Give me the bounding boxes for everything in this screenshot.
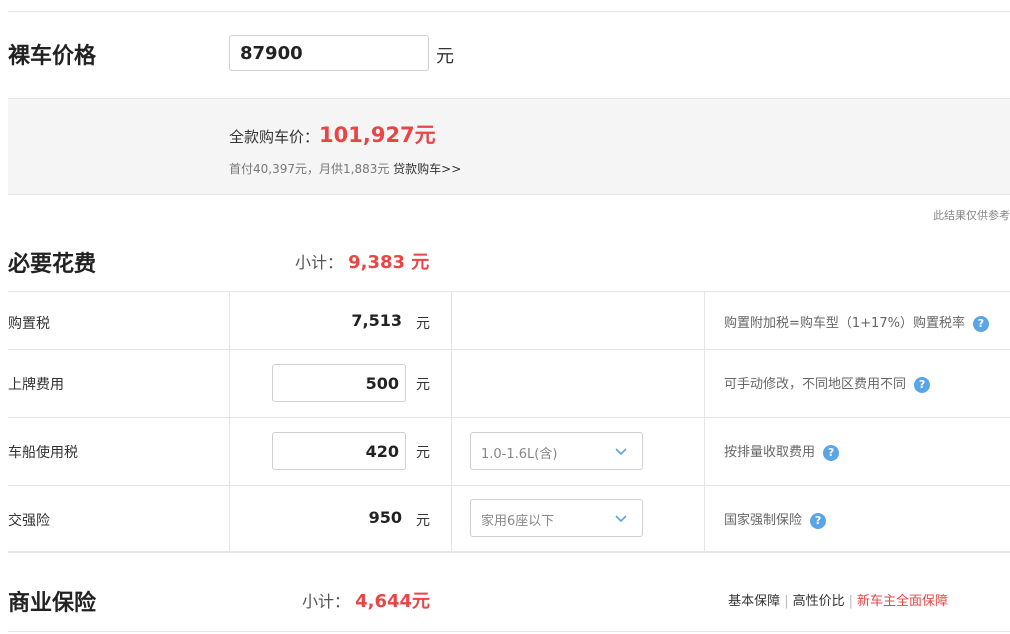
table-divider <box>8 349 1010 350</box>
plate-fee-unit: 元 <box>416 377 430 393</box>
separator: | <box>784 594 789 609</box>
compulsory-insurance-amount: 950 <box>368 508 402 527</box>
insurance-plan-options: 基本保障 | 高性价比 | 新车主全面保障 <box>728 590 948 609</box>
chevron-down-icon <box>615 448 627 456</box>
help-icon[interactable]: ? <box>972 315 989 332</box>
required-subtotal-value: 9,383 元 <box>348 252 430 273</box>
total-price-value: 101,927元 <box>319 123 436 147</box>
plan-new-owner-full[interactable]: 新车主全面保障 <box>857 594 948 609</box>
vehicle-tax-input[interactable] <box>272 432 406 470</box>
bare-price-title: 裸车价格 <box>8 44 97 69</box>
top-divider <box>8 11 1010 12</box>
vehicle-tax-desc-text: 按排量收取费用 <box>724 445 816 460</box>
column-divider <box>704 291 705 551</box>
plate-fee-label: 上牌费用 <box>8 377 64 393</box>
plate-fee-desc: 可手动修改，不同地区费用不同? <box>724 373 931 393</box>
plan-value[interactable]: 高性价比 <box>793 594 845 609</box>
help-icon[interactable]: ? <box>810 512 827 529</box>
price-summary: 全款购车价：101,927元 首付40,397元，月供1,883元 贷款购车>> <box>8 98 1010 195</box>
required-costs-title: 必要花费 <box>8 252 97 277</box>
commercial-subtotal: 小计： 4,644元 <box>302 587 430 613</box>
help-icon[interactable]: ? <box>914 376 931 393</box>
compulsory-insurance-unit: 元 <box>416 513 430 529</box>
total-price-label: 全款购车价： <box>229 128 320 146</box>
plan-basic[interactable]: 基本保障 <box>728 594 780 609</box>
compulsory-insurance-desc-text: 国家强制保险 <box>724 513 803 528</box>
commercial-subtotal-value: 4,644元 <box>355 591 431 612</box>
required-subtotal-label: 小计： <box>295 253 344 272</box>
disclaimer-note: 此结果仅供参考 <box>933 209 1010 222</box>
down-payment-text: 首付40,397元，月供1,883元 <box>229 162 390 176</box>
separator: | <box>848 594 853 609</box>
loan-info-line: 首付40,397元，月供1,883元 贷款购车>> <box>229 160 461 177</box>
compulsory-insurance-desc: 国家强制保险? <box>724 509 827 529</box>
table-divider <box>8 485 1010 486</box>
plate-fee-desc-text: 可手动修改，不同地区费用不同 <box>724 377 907 392</box>
chevron-down-icon <box>615 515 627 523</box>
column-divider <box>451 291 452 551</box>
help-icon[interactable]: ? <box>823 444 840 461</box>
table-divider <box>8 551 1010 553</box>
purchase-tax-label: 购置税 <box>8 316 50 332</box>
table-divider <box>8 291 1010 292</box>
compulsory-insurance-label: 交强险 <box>8 513 50 529</box>
plate-fee-input[interactable] <box>272 364 406 402</box>
loan-link[interactable]: 贷款购车>> <box>393 162 461 176</box>
vehicle-tax-desc: 按排量收取费用? <box>724 441 840 461</box>
purchase-tax-amount: 7,513 <box>351 311 402 330</box>
total-price-line: 全款购车价：101,927元 <box>229 119 436 149</box>
commercial-subtotal-label: 小计： <box>302 592 351 611</box>
seat-type-select-value: 家用6座以下 <box>481 514 555 529</box>
commercial-insurance-title: 商业保险 <box>8 591 97 616</box>
vehicle-tax-label: 车船使用税 <box>8 445 78 461</box>
displacement-select-value: 1.0-1.6L(含) <box>481 447 558 462</box>
purchase-tax-desc-text: 购置附加税=购车型（1+17%）购置税率 <box>724 316 965 331</box>
bare-price-input[interactable] <box>229 35 429 71</box>
displacement-select[interactable]: 1.0-1.6L(含) <box>470 432 643 470</box>
seat-type-select[interactable]: 家用6座以下 <box>470 499 643 537</box>
column-divider <box>229 291 230 551</box>
required-subtotal: 小计： 9,383 元 <box>295 248 429 274</box>
purchase-tax-unit: 元 <box>416 316 430 332</box>
vehicle-tax-unit: 元 <box>416 445 430 461</box>
purchase-tax-desc: 购置附加税=购车型（1+17%）购置税率? <box>724 312 989 332</box>
table-divider <box>8 417 1010 418</box>
bottom-divider <box>8 631 1010 632</box>
bare-price-unit: 元 <box>436 46 454 67</box>
